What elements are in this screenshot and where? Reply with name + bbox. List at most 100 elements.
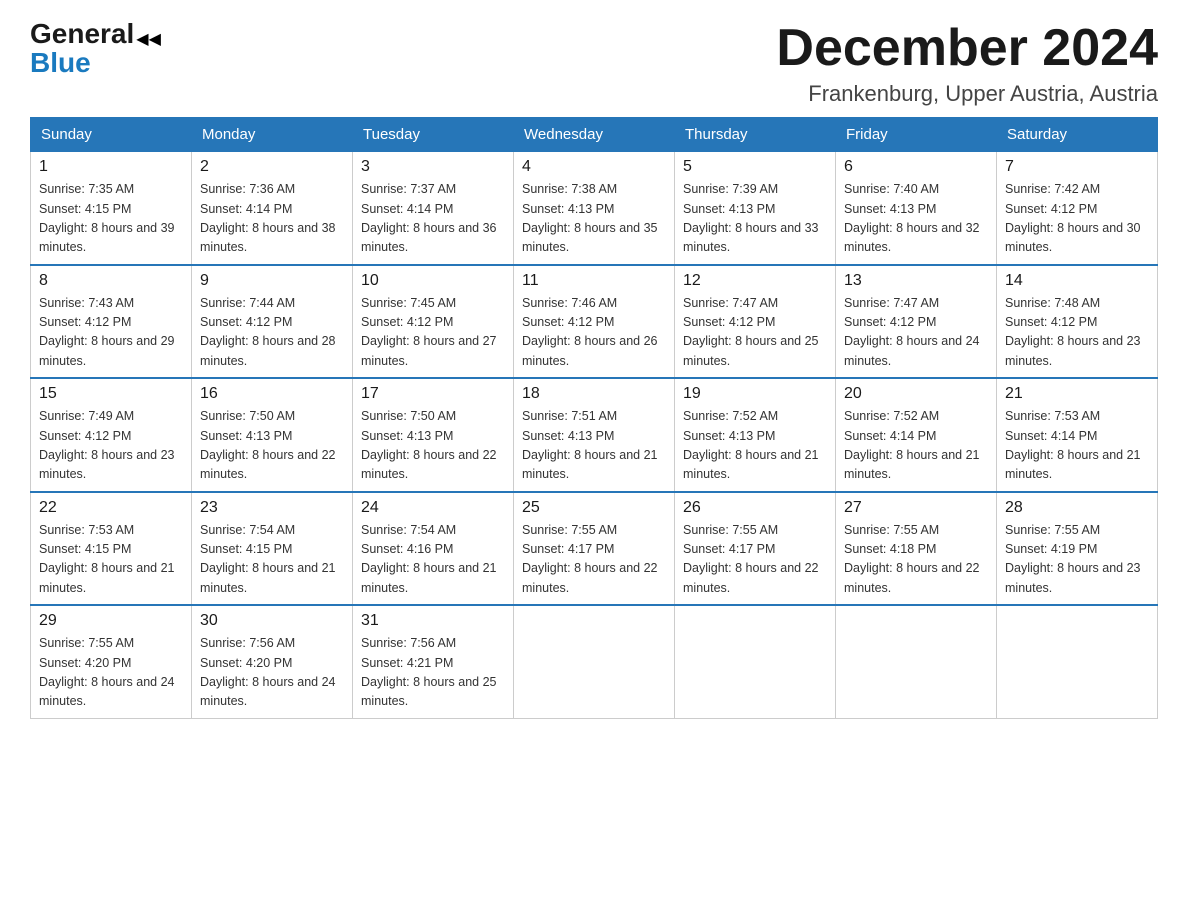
sunset-text: Sunset: 4:21 PM [361,656,453,670]
calendar-day-cell: 28 Sunrise: 7:55 AM Sunset: 4:19 PM Dayl… [997,492,1158,606]
calendar-subtitle: Frankenburg, Upper Austria, Austria [776,81,1158,107]
calendar-day-cell: 7 Sunrise: 7:42 AM Sunset: 4:12 PM Dayli… [997,152,1158,265]
calendar-day-cell: 11 Sunrise: 7:46 AM Sunset: 4:12 PM Dayl… [514,265,675,379]
sunset-text: Sunset: 4:14 PM [844,429,936,443]
calendar-day-cell [675,605,836,718]
sunrise-text: Sunrise: 7:39 AM [683,182,778,196]
day-info: Sunrise: 7:50 AM Sunset: 4:13 PM Dayligh… [200,407,344,485]
day-number: 3 [361,158,505,176]
sunrise-text: Sunrise: 7:50 AM [361,409,456,423]
calendar-week-row: 1 Sunrise: 7:35 AM Sunset: 4:15 PM Dayli… [31,152,1158,265]
sunrise-text: Sunrise: 7:55 AM [39,636,134,650]
daylight-text: Daylight: 8 hours and 21 minutes. [683,448,819,481]
logo-line1: General◀◀ [30,20,161,49]
day-number: 12 [683,272,827,290]
title-section: December 2024 Frankenburg, Upper Austria… [776,20,1158,107]
sunset-text: Sunset: 4:12 PM [200,315,292,329]
sunset-text: Sunset: 4:14 PM [1005,429,1097,443]
day-info: Sunrise: 7:53 AM Sunset: 4:14 PM Dayligh… [1005,407,1149,485]
calendar-day-cell: 8 Sunrise: 7:43 AM Sunset: 4:12 PM Dayli… [31,265,192,379]
sunrise-text: Sunrise: 7:55 AM [683,523,778,537]
sunset-text: Sunset: 4:14 PM [200,202,292,216]
day-number: 20 [844,385,988,403]
daylight-text: Daylight: 8 hours and 25 minutes. [361,675,497,708]
daylight-text: Daylight: 8 hours and 29 minutes. [39,334,175,367]
daylight-text: Daylight: 8 hours and 22 minutes. [522,561,658,594]
sunset-text: Sunset: 4:15 PM [39,542,131,556]
day-number: 24 [361,499,505,517]
day-info: Sunrise: 7:37 AM Sunset: 4:14 PM Dayligh… [361,180,505,258]
calendar-day-cell: 3 Sunrise: 7:37 AM Sunset: 4:14 PM Dayli… [353,152,514,265]
daylight-text: Daylight: 8 hours and 21 minutes. [1005,448,1141,481]
col-wednesday: Wednesday [514,118,675,152]
sunset-text: Sunset: 4:20 PM [39,656,131,670]
day-number: 25 [522,499,666,517]
day-info: Sunrise: 7:46 AM Sunset: 4:12 PM Dayligh… [522,294,666,372]
calendar-day-cell: 15 Sunrise: 7:49 AM Sunset: 4:12 PM Dayl… [31,378,192,492]
calendar-day-cell: 16 Sunrise: 7:50 AM Sunset: 4:13 PM Dayl… [192,378,353,492]
sunrise-text: Sunrise: 7:52 AM [844,409,939,423]
col-monday: Monday [192,118,353,152]
calendar-day-cell: 27 Sunrise: 7:55 AM Sunset: 4:18 PM Dayl… [836,492,997,606]
calendar-day-cell: 18 Sunrise: 7:51 AM Sunset: 4:13 PM Dayl… [514,378,675,492]
day-info: Sunrise: 7:49 AM Sunset: 4:12 PM Dayligh… [39,407,183,485]
sunset-text: Sunset: 4:12 PM [39,315,131,329]
day-number: 5 [683,158,827,176]
sunrise-text: Sunrise: 7:48 AM [1005,296,1100,310]
sunrise-text: Sunrise: 7:49 AM [39,409,134,423]
day-info: Sunrise: 7:47 AM Sunset: 4:12 PM Dayligh… [683,294,827,372]
daylight-text: Daylight: 8 hours and 22 minutes. [200,448,336,481]
day-number: 1 [39,158,183,176]
sunset-text: Sunset: 4:17 PM [522,542,614,556]
day-info: Sunrise: 7:45 AM Sunset: 4:12 PM Dayligh… [361,294,505,372]
calendar-week-row: 8 Sunrise: 7:43 AM Sunset: 4:12 PM Dayli… [31,265,1158,379]
calendar-day-cell: 1 Sunrise: 7:35 AM Sunset: 4:15 PM Dayli… [31,152,192,265]
sunrise-text: Sunrise: 7:42 AM [1005,182,1100,196]
day-info: Sunrise: 7:40 AM Sunset: 4:13 PM Dayligh… [844,180,988,258]
calendar-day-cell: 23 Sunrise: 7:54 AM Sunset: 4:15 PM Dayl… [192,492,353,606]
day-number: 2 [200,158,344,176]
daylight-text: Daylight: 8 hours and 38 minutes. [200,221,336,254]
daylight-text: Daylight: 8 hours and 24 minutes. [844,334,980,367]
calendar-day-cell: 5 Sunrise: 7:39 AM Sunset: 4:13 PM Dayli… [675,152,836,265]
calendar-day-cell: 26 Sunrise: 7:55 AM Sunset: 4:17 PM Dayl… [675,492,836,606]
calendar-day-cell [514,605,675,718]
day-number: 28 [1005,499,1149,517]
day-info: Sunrise: 7:55 AM Sunset: 4:18 PM Dayligh… [844,521,988,599]
calendar-day-cell: 19 Sunrise: 7:52 AM Sunset: 4:13 PM Dayl… [675,378,836,492]
sunset-text: Sunset: 4:19 PM [1005,542,1097,556]
sunrise-text: Sunrise: 7:55 AM [844,523,939,537]
daylight-text: Daylight: 8 hours and 23 minutes. [39,448,175,481]
day-info: Sunrise: 7:50 AM Sunset: 4:13 PM Dayligh… [361,407,505,485]
calendar-day-cell [997,605,1158,718]
sunrise-text: Sunrise: 7:54 AM [200,523,295,537]
daylight-text: Daylight: 8 hours and 21 minutes. [200,561,336,594]
sunrise-text: Sunrise: 7:56 AM [361,636,456,650]
day-info: Sunrise: 7:55 AM Sunset: 4:20 PM Dayligh… [39,634,183,712]
sunrise-text: Sunrise: 7:38 AM [522,182,617,196]
day-info: Sunrise: 7:38 AM Sunset: 4:13 PM Dayligh… [522,180,666,258]
daylight-text: Daylight: 8 hours and 21 minutes. [361,561,497,594]
sunrise-text: Sunrise: 7:44 AM [200,296,295,310]
sunset-text: Sunset: 4:13 PM [522,202,614,216]
daylight-text: Daylight: 8 hours and 22 minutes. [844,561,980,594]
col-thursday: Thursday [675,118,836,152]
daylight-text: Daylight: 8 hours and 25 minutes. [683,334,819,367]
calendar-day-cell: 2 Sunrise: 7:36 AM Sunset: 4:14 PM Dayli… [192,152,353,265]
col-tuesday: Tuesday [353,118,514,152]
sunset-text: Sunset: 4:12 PM [361,315,453,329]
calendar-day-cell: 6 Sunrise: 7:40 AM Sunset: 4:13 PM Dayli… [836,152,997,265]
sunrise-text: Sunrise: 7:43 AM [39,296,134,310]
day-info: Sunrise: 7:52 AM Sunset: 4:13 PM Dayligh… [683,407,827,485]
day-info: Sunrise: 7:55 AM Sunset: 4:17 PM Dayligh… [522,521,666,599]
day-number: 31 [361,612,505,630]
calendar-day-cell: 20 Sunrise: 7:52 AM Sunset: 4:14 PM Dayl… [836,378,997,492]
sunrise-text: Sunrise: 7:55 AM [1005,523,1100,537]
day-info: Sunrise: 7:54 AM Sunset: 4:15 PM Dayligh… [200,521,344,599]
sunset-text: Sunset: 4:12 PM [1005,315,1097,329]
day-info: Sunrise: 7:42 AM Sunset: 4:12 PM Dayligh… [1005,180,1149,258]
day-info: Sunrise: 7:36 AM Sunset: 4:14 PM Dayligh… [200,180,344,258]
sunrise-text: Sunrise: 7:54 AM [361,523,456,537]
daylight-text: Daylight: 8 hours and 21 minutes. [39,561,175,594]
sunset-text: Sunset: 4:12 PM [522,315,614,329]
